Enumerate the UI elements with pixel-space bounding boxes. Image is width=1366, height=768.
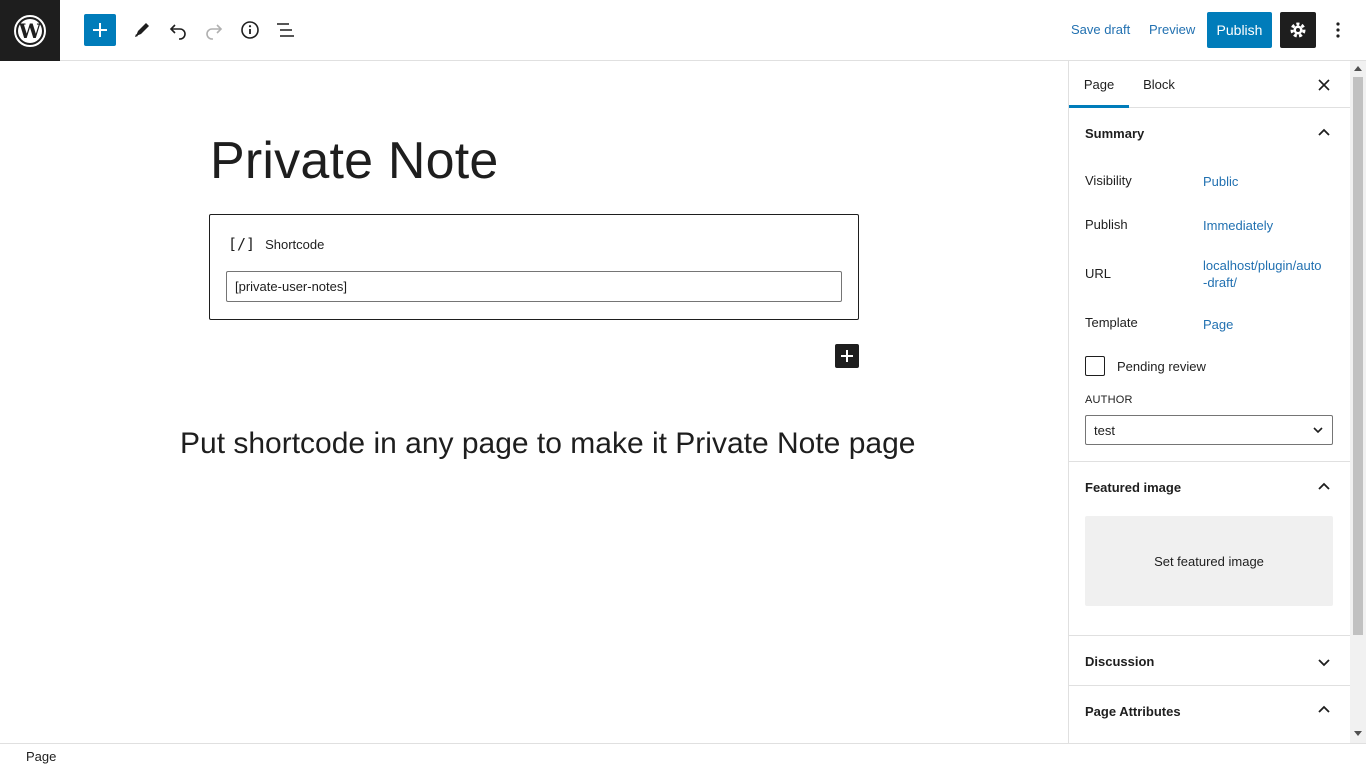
paragraph-block[interactable]: Put shortcode in any page to make it Pri… (180, 427, 915, 461)
chevron-down-icon[interactable] (1316, 654, 1332, 670)
visibility-label: Visibility (1085, 173, 1132, 188)
settings-button[interactable] (1280, 12, 1316, 48)
scrollbar-thumb[interactable] (1353, 77, 1363, 635)
post-title[interactable]: Private Note (210, 131, 499, 191)
redo-button[interactable] (198, 14, 230, 46)
sidebar-scrollbar[interactable] (1350, 61, 1366, 743)
wordpress-icon: W (14, 14, 46, 47)
plus-icon (841, 350, 853, 362)
template-toggle[interactable]: Page (1203, 316, 1233, 333)
scroll-up-arrow[interactable] (1354, 66, 1362, 71)
undo-icon (169, 24, 186, 40)
shortcode-input[interactable] (226, 271, 842, 302)
url-line: localhost/plugin/auto (1203, 258, 1322, 273)
editor-canvas: Private Note [/] Shortcode Put shortcode… (0, 61, 1068, 743)
publish-date-toggle[interactable]: Immediately (1203, 217, 1273, 234)
svg-text:W: W (18, 19, 42, 43)
chevron-up-icon[interactable] (1316, 479, 1332, 495)
discussion-panel-toggle[interactable]: Discussion (1085, 654, 1154, 669)
author-select-value: test (1094, 422, 1115, 438)
summary-panel-toggle[interactable]: Summary (1085, 126, 1144, 141)
close-sidebar-button[interactable] (1312, 73, 1336, 97)
author-select[interactable]: test (1085, 415, 1333, 445)
details-button[interactable] (234, 14, 266, 46)
publish-button[interactable]: Publish (1207, 12, 1272, 48)
set-featured-image-button[interactable]: Set featured image (1085, 516, 1333, 606)
panel-divider (1069, 635, 1350, 636)
gear-icon (1290, 22, 1306, 38)
url-toggle[interactable]: localhost/plugin/auto -draft/ (1203, 257, 1322, 291)
featured-image-panel-toggle[interactable]: Featured image (1085, 480, 1181, 495)
close-icon (1318, 79, 1330, 91)
shortcode-block[interactable]: [/] Shortcode (209, 214, 859, 320)
tools-button[interactable] (126, 14, 158, 46)
preview-button[interactable]: Preview (1149, 22, 1195, 37)
list-view-icon (277, 23, 294, 37)
pending-review-label: Pending review (1117, 359, 1206, 374)
breadcrumb-page[interactable]: Page (26, 749, 56, 764)
chevron-down-icon (1313, 427, 1323, 434)
url-label: URL (1085, 266, 1112, 281)
undo-button[interactable] (162, 14, 194, 46)
page-attributes-panel-toggle[interactable]: Page Attributes (1085, 704, 1181, 719)
visibility-toggle[interactable]: Public (1203, 173, 1238, 190)
sidebar-tabs: Page Block (1069, 61, 1350, 108)
publish-label: Publish (1085, 217, 1128, 232)
more-vertical-icon (1336, 22, 1340, 38)
chevron-up-icon[interactable] (1316, 125, 1332, 141)
tab-page[interactable]: Page (1069, 61, 1129, 108)
panel-divider (1069, 685, 1350, 686)
block-breadcrumb-bar: Page (0, 743, 1366, 768)
shortcode-block-label: Shortcode (265, 236, 325, 252)
scroll-down-arrow[interactable] (1354, 731, 1362, 736)
shortcode-icon: [/] (228, 235, 256, 253)
shortcode-block-header: [/] Shortcode (228, 235, 324, 253)
editor-toolbar: W Save draft Preview Publish (0, 0, 1366, 61)
template-label: Template (1085, 315, 1138, 330)
options-button[interactable] (1324, 14, 1352, 46)
author-label: AUTHOR (1085, 394, 1133, 406)
plus-icon (93, 23, 107, 37)
wordpress-logo-button[interactable]: W (0, 0, 60, 61)
chevron-up-icon[interactable] (1316, 702, 1332, 718)
redo-icon (206, 24, 223, 40)
settings-sidebar: Page Block Summary Visibility Public Pub… (1068, 61, 1350, 743)
pencil-icon (135, 23, 149, 37)
tab-block[interactable]: Block (1129, 61, 1189, 108)
panel-divider (1069, 461, 1350, 462)
block-inserter-button[interactable] (835, 344, 859, 368)
list-view-button[interactable] (270, 14, 302, 46)
add-block-button[interactable] (84, 14, 116, 46)
info-icon (241, 21, 259, 39)
url-line: -draft/ (1203, 275, 1237, 290)
pending-review-checkbox[interactable] (1085, 356, 1105, 376)
save-draft-button[interactable]: Save draft (1071, 22, 1130, 37)
